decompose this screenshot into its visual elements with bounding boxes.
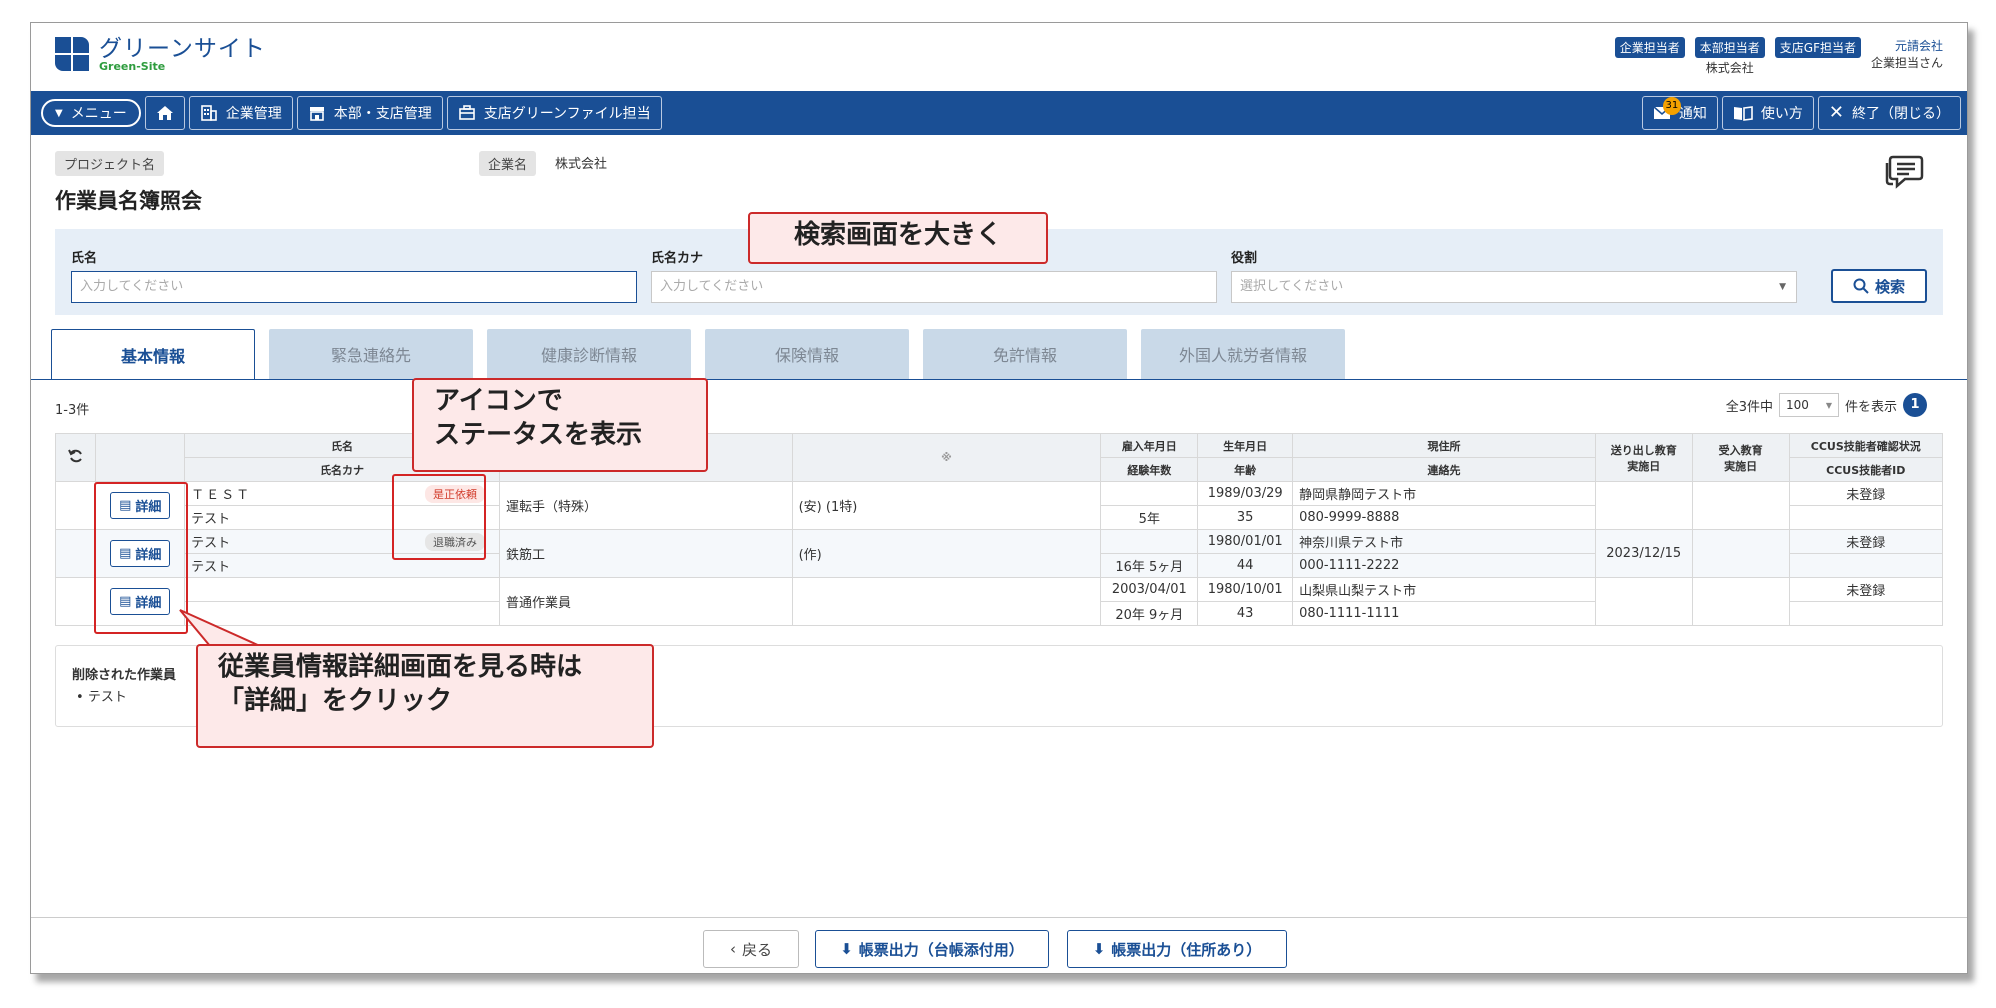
table-row: ▤ 詳細 テスト 退職済み 鉄筋工 (作) 1980/01/01 神奈川県テスト市 … <box>54 529 1944 578</box>
company-value: 株式会社 <box>555 157 608 172</box>
user-info[interactable]: 元請会社 企業担当さん <box>1871 37 1943 71</box>
tab-health[interactable]: 健康診断情報 <box>487 329 691 379</box>
role-select[interactable]: 選択してください ▼ <box>1231 271 1797 303</box>
download-icon: ⬇ <box>1092 940 1106 958</box>
tab-foreign[interactable]: 外国人就労者情報 <box>1141 329 1345 379</box>
role-hq: 本部担当者 株式会社 <box>1694 37 1765 76</box>
callout-detail: 従業員情報詳細画面を見る時は 「詳細」をクリック <box>196 644 654 748</box>
home-button[interactable] <box>144 96 185 130</box>
pagination: 全3件中 100 ▼ 件を表示 1 <box>1726 393 1927 417</box>
table-header-row: 氏名 ※ 雇入年月日 生年月日 現住所 送り出し教育 実施日 受入教育 実施日 CC… <box>54 433 1944 482</box>
download-icon: ⬇ <box>840 940 853 958</box>
nav-company-button[interactable]: 企業管理 <box>188 96 293 130</box>
list-item: • テスト <box>76 690 127 705</box>
export-ledger-button[interactable]: ⬇ 帳票出力（台帳添付用） <box>815 930 1049 968</box>
logo-en: Green-Site <box>99 60 166 73</box>
logo-jp: グリーンサイト <box>99 36 266 62</box>
logo[interactable]: グリーンサイト Green-Site <box>55 37 266 73</box>
nav-branch-button[interactable]: 本部・支店管理 <box>296 96 443 130</box>
table-row: ▤ 詳細 普通作業員 2003/04/01 1980/10/01 山梨県山梨テスト… <box>54 577 1944 626</box>
app-window: グリーンサイト Green-Site 企業担当者 本部担当者 株式会社 支店GF… <box>30 22 1968 974</box>
callout-search: 検索画面を大きく <box>748 212 1048 264</box>
caret-down-icon: ▼ <box>55 107 63 119</box>
building-icon <box>200 105 217 121</box>
footer-bar: ‹ 戻る ⬇ 帳票出力（台帳添付用） ⬇ 帳票出力（住所あり） <box>31 917 1967 973</box>
project-label: プロジェクト名 <box>55 151 165 176</box>
notification-button[interactable]: 31 通知 <box>1641 96 1718 130</box>
role-branch: 支店GF担当者 <box>1774 37 1861 60</box>
menu-button[interactable]: ▼ メニュー <box>41 99 141 127</box>
howto-button[interactable]: 使い方 <box>1721 96 1814 130</box>
close-icon: ✕ <box>1828 102 1844 123</box>
role-company: 企業担当者 <box>1614 37 1685 60</box>
close-button[interactable]: ✕ 終了（閉じる） <box>1817 96 1961 130</box>
store-icon <box>309 107 324 121</box>
refresh-column <box>54 433 97 482</box>
caret-down-icon: ▼ <box>1779 282 1786 292</box>
worker-table: 氏名 ※ 雇入年月日 生年月日 現住所 送り出し教育 実施日 受入教育 実施日 CC… <box>54 433 1944 626</box>
kana-label: 氏名カナ <box>651 251 704 266</box>
top-header: グリーンサイト Green-Site 企業担当者 本部担当者 株式会社 支店GF… <box>31 23 1967 91</box>
tab-divider <box>31 379 1967 380</box>
briefcase-icon <box>458 105 475 120</box>
logo-icon <box>55 37 91 73</box>
chat-icon[interactable] <box>1885 153 1925 189</box>
name-input[interactable]: 入力してください <box>71 271 637 303</box>
tab-license[interactable]: 免許情報 <box>923 329 1127 379</box>
refresh-icon[interactable] <box>67 448 84 464</box>
nav-greenfile-button[interactable]: 支店グリーンファイル担当 <box>446 96 662 130</box>
back-button[interactable]: ‹ 戻る <box>703 930 799 968</box>
result-range: 1-3件 <box>55 403 90 418</box>
company-label: 企業名 <box>479 151 537 176</box>
callout-status-icon: アイコンで ステータスを表示 <box>412 378 708 472</box>
nav-bar: ▼ メニュー 企業管理 本部・支店管理 支店グリーンファイル担当 31 通知 使… <box>31 91 1967 135</box>
tab-emergency[interactable]: 緊急連絡先 <box>269 329 473 379</box>
page-1[interactable]: 1 <box>1903 393 1927 417</box>
book-icon <box>1733 106 1753 121</box>
page-title: 作業員名簿照会 <box>55 189 202 213</box>
role-badges: 企業担当者 本部担当者 株式会社 支店GF担当者 元請会社 企業担当さん <box>1614 37 1943 76</box>
tab-insurance[interactable]: 保険情報 <box>705 329 909 379</box>
kana-input[interactable]: 入力してください <box>651 271 1217 303</box>
home-icon <box>156 106 173 120</box>
name-label: 氏名 <box>71 251 98 266</box>
highlight-status-badges <box>392 474 486 560</box>
search-icon <box>1853 278 1869 294</box>
table-row: ▤ 詳細 ＴＥＳＴ 是正依頼 運転手（特殊） (安) (1特) 1989/03/29… <box>54 481 1944 530</box>
tab-bar: 基本情報 緊急連絡先 健康診断情報 保険情報 免許情報 外国人就労者情報 <box>51 329 1345 380</box>
tab-basic[interactable]: 基本情報 <box>51 329 255 380</box>
role-label: 役割 <box>1231 251 1258 266</box>
notification-count: 31 <box>1662 97 1681 115</box>
export-address-button[interactable]: ⬇ 帳票出力（住所あり） <box>1067 930 1287 968</box>
per-page-select[interactable]: 100 ▼ <box>1778 393 1839 417</box>
chevron-left-icon: ‹ <box>729 940 736 958</box>
search-button[interactable]: 検索 <box>1831 269 1927 303</box>
caret-down-icon: ▼ <box>1825 400 1832 410</box>
